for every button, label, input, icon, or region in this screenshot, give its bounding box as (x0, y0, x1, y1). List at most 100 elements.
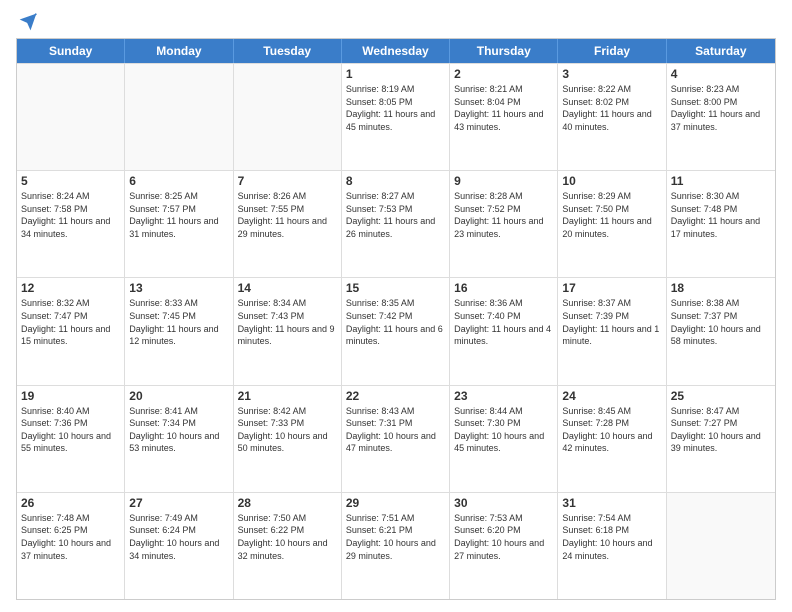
day-number: 8 (346, 174, 445, 188)
cell-info: Sunrise: 8:28 AM Sunset: 7:52 PM Dayligh… (454, 190, 553, 240)
day-number: 4 (671, 67, 771, 81)
cell-info: Sunrise: 8:26 AM Sunset: 7:55 PM Dayligh… (238, 190, 337, 240)
calendar-cell: 2 Sunrise: 8:21 AM Sunset: 8:04 PM Daylig… (450, 64, 558, 170)
day-number: 14 (238, 281, 337, 295)
calendar-cell (234, 64, 342, 170)
calendar-cell: 7 Sunrise: 8:26 AM Sunset: 7:55 PM Daylig… (234, 171, 342, 277)
cell-info: Sunrise: 8:25 AM Sunset: 7:57 PM Dayligh… (129, 190, 228, 240)
cell-info: Sunrise: 8:30 AM Sunset: 7:48 PM Dayligh… (671, 190, 771, 240)
calendar-cell: 27Sunrise: 7:49 AM Sunset: 6:24 PM Dayli… (125, 493, 233, 599)
calendar-cell: 16Sunrise: 8:36 AM Sunset: 7:40 PM Dayli… (450, 278, 558, 384)
cell-info: Sunrise: 8:22 AM Sunset: 8:02 PM Dayligh… (562, 83, 661, 133)
header-sunday: Sunday (17, 39, 125, 63)
day-number: 25 (671, 389, 771, 403)
day-number: 7 (238, 174, 337, 188)
calendar-cell: 5Sunrise: 8:24 AM Sunset: 7:58 PM Daylig… (17, 171, 125, 277)
calendar-cell: 9 Sunrise: 8:28 AM Sunset: 7:52 PM Daylig… (450, 171, 558, 277)
cell-info: Sunrise: 8:43 AM Sunset: 7:31 PM Dayligh… (346, 405, 445, 455)
logo-bird-icon (18, 12, 38, 32)
header (16, 12, 776, 32)
cell-info: Sunrise: 8:45 AM Sunset: 7:28 PM Dayligh… (562, 405, 661, 455)
header-monday: Monday (125, 39, 233, 63)
calendar-cell: 15 Sunrise: 8:35 AM Sunset: 7:42 PM Dayli… (342, 278, 450, 384)
day-number: 18 (671, 281, 771, 295)
header-wednesday: Wednesday (342, 39, 450, 63)
day-number: 3 (562, 67, 661, 81)
calendar-cell: 22 Sunrise: 8:43 AM Sunset: 7:31 PM Dayli… (342, 386, 450, 492)
day-number: 13 (129, 281, 228, 295)
logo (16, 12, 38, 32)
calendar-cell: 28 Sunrise: 7:50 AM Sunset: 6:22 PM Dayli… (234, 493, 342, 599)
calendar-body: 1 Sunrise: 8:19 AM Sunset: 8:05 PM Daylig… (17, 63, 775, 599)
calendar-cell (17, 64, 125, 170)
cell-info: Sunrise: 7:54 AM Sunset: 6:18 PM Dayligh… (562, 512, 661, 562)
cell-info: Sunrise: 8:41 AM Sunset: 7:34 PM Dayligh… (129, 405, 228, 455)
cell-info: Sunrise: 8:19 AM Sunset: 8:05 PM Dayligh… (346, 83, 445, 133)
calendar-cell (667, 493, 775, 599)
calendar-cell: 3 Sunrise: 8:22 AM Sunset: 8:02 PM Daylig… (558, 64, 666, 170)
cell-info: Sunrise: 8:21 AM Sunset: 8:04 PM Dayligh… (454, 83, 553, 133)
calendar-cell: 13Sunrise: 8:33 AM Sunset: 7:45 PM Dayli… (125, 278, 233, 384)
calendar-cell: 19 Sunrise: 8:40 AM Sunset: 7:36 PM Dayli… (17, 386, 125, 492)
calendar-cell: 11Sunrise: 8:30 AM Sunset: 7:48 PM Dayli… (667, 171, 775, 277)
cell-info: Sunrise: 8:35 AM Sunset: 7:42 PM Dayligh… (346, 297, 445, 347)
day-number: 22 (346, 389, 445, 403)
calendar-row-4: 19 Sunrise: 8:40 AM Sunset: 7:36 PM Dayli… (17, 385, 775, 492)
day-number: 26 (21, 496, 120, 510)
day-number: 12 (21, 281, 120, 295)
calendar-cell: 18 Sunrise: 8:38 AM Sunset: 7:37 PM Dayli… (667, 278, 775, 384)
day-number: 17 (562, 281, 661, 295)
day-number: 2 (454, 67, 553, 81)
calendar-cell: 26 Sunrise: 7:48 AM Sunset: 6:25 PM Dayli… (17, 493, 125, 599)
calendar-cell: 30 Sunrise: 7:53 AM Sunset: 6:20 PM Dayli… (450, 493, 558, 599)
day-number: 20 (129, 389, 228, 403)
calendar-cell: 14 Sunrise: 8:34 AM Sunset: 7:43 PM Dayli… (234, 278, 342, 384)
calendar-cell: 6 Sunrise: 8:25 AM Sunset: 7:57 PM Daylig… (125, 171, 233, 277)
day-number: 24 (562, 389, 661, 403)
calendar-cell: 17 Sunrise: 8:37 AM Sunset: 7:39 PM Dayli… (558, 278, 666, 384)
calendar-cell: 25Sunrise: 8:47 AM Sunset: 7:27 PM Dayli… (667, 386, 775, 492)
cell-info: Sunrise: 8:42 AM Sunset: 7:33 PM Dayligh… (238, 405, 337, 455)
calendar-row-1: 1 Sunrise: 8:19 AM Sunset: 8:05 PM Daylig… (17, 63, 775, 170)
day-number: 10 (562, 174, 661, 188)
cell-info: Sunrise: 7:51 AM Sunset: 6:21 PM Dayligh… (346, 512, 445, 562)
cell-info: Sunrise: 8:23 AM Sunset: 8:00 PM Dayligh… (671, 83, 771, 133)
cell-info: Sunrise: 8:40 AM Sunset: 7:36 PM Dayligh… (21, 405, 120, 455)
cell-info: Sunrise: 8:29 AM Sunset: 7:50 PM Dayligh… (562, 190, 661, 240)
cell-info: Sunrise: 8:34 AM Sunset: 7:43 PM Dayligh… (238, 297, 337, 347)
calendar-row-2: 5Sunrise: 8:24 AM Sunset: 7:58 PM Daylig… (17, 170, 775, 277)
header-saturday: Saturday (667, 39, 775, 63)
title-section (38, 12, 776, 14)
cell-info: Sunrise: 7:50 AM Sunset: 6:22 PM Dayligh… (238, 512, 337, 562)
day-number: 28 (238, 496, 337, 510)
day-number: 27 (129, 496, 228, 510)
day-number: 21 (238, 389, 337, 403)
day-number: 15 (346, 281, 445, 295)
cell-info: Sunrise: 7:53 AM Sunset: 6:20 PM Dayligh… (454, 512, 553, 562)
cell-info: Sunrise: 8:38 AM Sunset: 7:37 PM Dayligh… (671, 297, 771, 347)
calendar-cell: 1 Sunrise: 8:19 AM Sunset: 8:05 PM Daylig… (342, 64, 450, 170)
calendar-cell: 12 Sunrise: 8:32 AM Sunset: 7:47 PM Dayli… (17, 278, 125, 384)
day-number: 16 (454, 281, 553, 295)
day-number: 29 (346, 496, 445, 510)
page: Sunday Monday Tuesday Wednesday Thursday… (0, 0, 792, 612)
calendar-cell: 23 Sunrise: 8:44 AM Sunset: 7:30 PM Dayli… (450, 386, 558, 492)
day-number: 19 (21, 389, 120, 403)
calendar-cell: 31Sunrise: 7:54 AM Sunset: 6:18 PM Dayli… (558, 493, 666, 599)
cell-info: Sunrise: 8:32 AM Sunset: 7:47 PM Dayligh… (21, 297, 120, 347)
day-number: 9 (454, 174, 553, 188)
cell-info: Sunrise: 7:48 AM Sunset: 6:25 PM Dayligh… (21, 512, 120, 562)
cell-info: Sunrise: 8:24 AM Sunset: 7:58 PM Dayligh… (21, 190, 120, 240)
calendar-row-3: 12 Sunrise: 8:32 AM Sunset: 7:47 PM Dayli… (17, 277, 775, 384)
calendar-cell (125, 64, 233, 170)
calendar-row-5: 26 Sunrise: 7:48 AM Sunset: 6:25 PM Dayli… (17, 492, 775, 599)
cell-info: Sunrise: 8:44 AM Sunset: 7:30 PM Dayligh… (454, 405, 553, 455)
day-number: 30 (454, 496, 553, 510)
calendar-header: Sunday Monday Tuesday Wednesday Thursday… (17, 39, 775, 63)
day-number: 23 (454, 389, 553, 403)
day-number: 6 (129, 174, 228, 188)
cell-info: Sunrise: 8:37 AM Sunset: 7:39 PM Dayligh… (562, 297, 661, 347)
day-number: 1 (346, 67, 445, 81)
calendar-cell: 20 Sunrise: 8:41 AM Sunset: 7:34 PM Dayli… (125, 386, 233, 492)
calendar: Sunday Monday Tuesday Wednesday Thursday… (16, 38, 776, 600)
